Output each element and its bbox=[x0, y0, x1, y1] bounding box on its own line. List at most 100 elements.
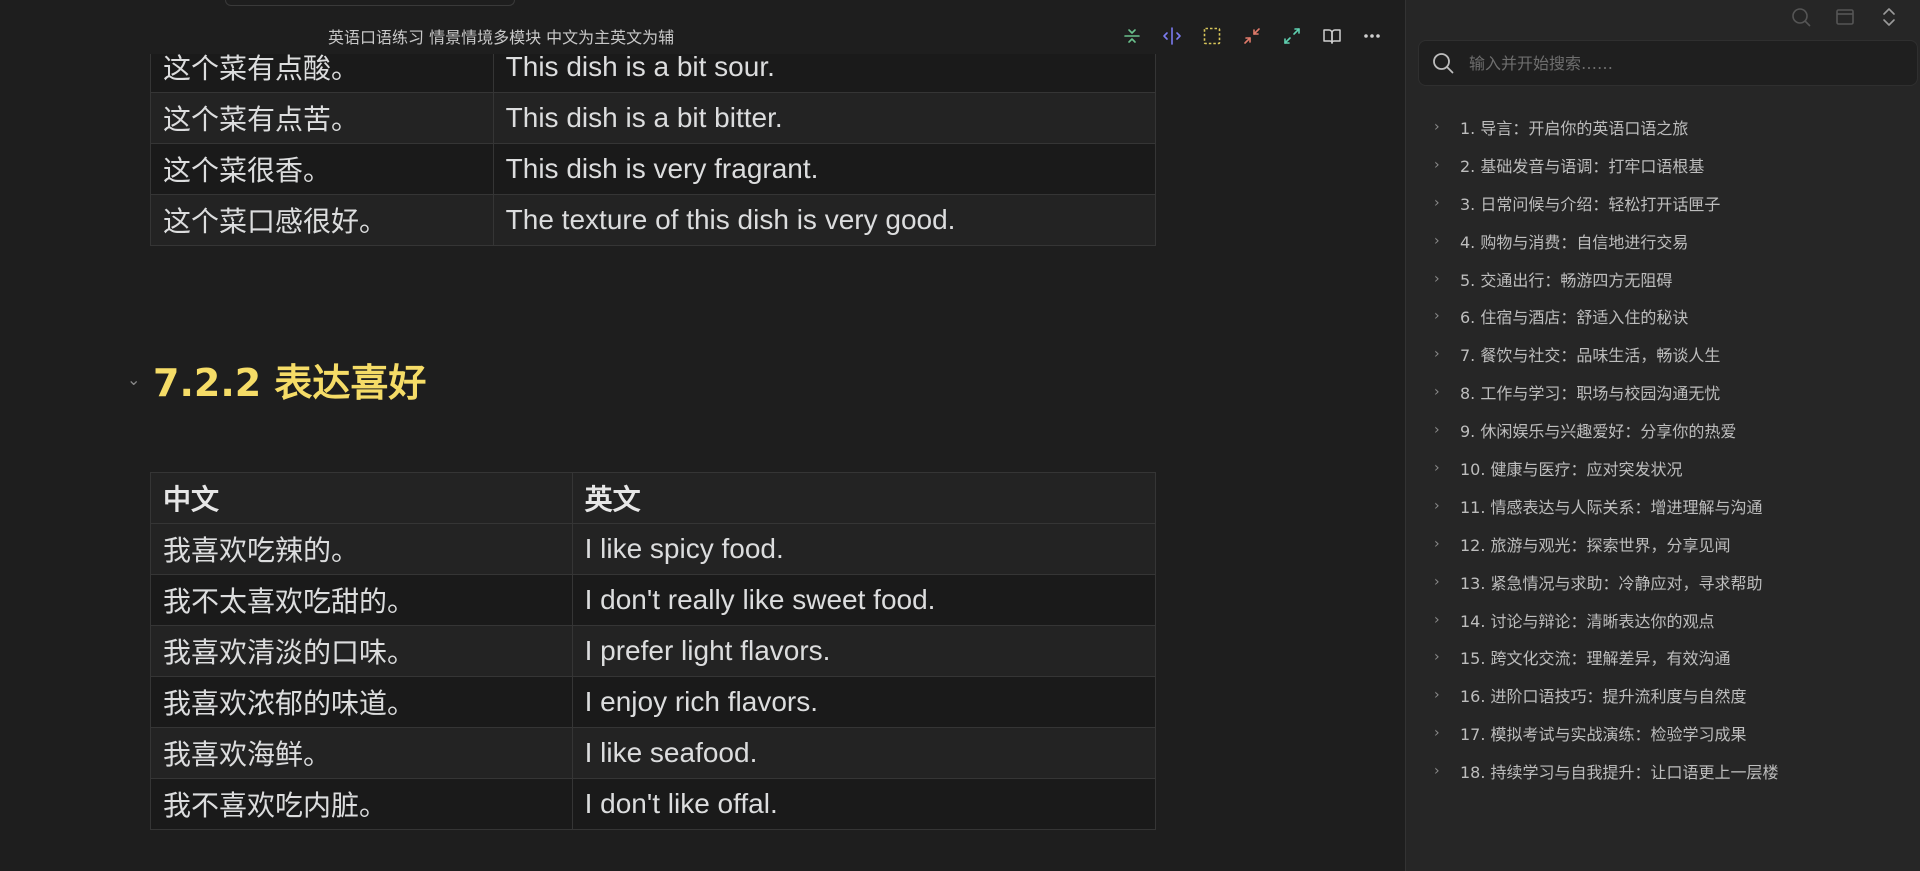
outline-item[interactable]: › 16. 进阶口语技巧：提升流利度与自然度 bbox=[1434, 676, 1779, 714]
cell-english[interactable]: This dish is a bit bitter. bbox=[492, 92, 1157, 144]
chevron-right-icon[interactable]: › bbox=[1434, 384, 1452, 400]
table-row: 这个菜口感很好。 The texture of this dish is very… bbox=[150, 194, 1157, 246]
chevron-right-icon[interactable]: › bbox=[1434, 271, 1452, 287]
cell-english[interactable]: I like spicy food. bbox=[571, 523, 1157, 575]
outline-item[interactable]: › 12. 旅游与观光：探索世界，分享见闻 bbox=[1434, 525, 1779, 563]
chevron-right-icon[interactable]: › bbox=[1434, 308, 1452, 324]
select-icon[interactable] bbox=[1200, 24, 1224, 48]
panel-icon[interactable] bbox=[1834, 6, 1856, 32]
outline-item[interactable]: › 15. 跨文化交流：理解差异，有效沟通 bbox=[1434, 638, 1779, 676]
outline-item[interactable]: › 11. 情感表达与人际关系：增进理解与沟通 bbox=[1434, 487, 1779, 525]
sidebar-toolbar bbox=[1790, 6, 1900, 32]
cell-chinese[interactable]: 我喜欢吃辣的。 bbox=[150, 523, 573, 575]
outline-item-label: 8. 工作与学习：职场与校园沟通无忧 bbox=[1460, 384, 1721, 404]
outline-item[interactable]: › 14. 讨论与辩论：清晰表达你的观点 bbox=[1434, 601, 1779, 639]
outline-item-label: 15. 跨文化交流：理解差异，有效沟通 bbox=[1460, 649, 1731, 669]
outline-sidebar: › 1. 导言：开启你的英语口语之旅 › 2. 基础发音与语调：打牢口语根基 › 3. 日… bbox=[1405, 0, 1920, 871]
editor-pane: 这个菜有点酸。 This dish is a bit sour. 这个菜有点苦。 Th… bbox=[0, 0, 1405, 871]
chevron-right-icon[interactable]: › bbox=[1434, 460, 1452, 476]
cell-english[interactable]: I like seafood. bbox=[571, 727, 1157, 779]
chevron-right-icon[interactable]: › bbox=[1434, 157, 1452, 173]
outline-item[interactable]: › 13. 紧急情况与求助：冷静应对，寻求帮助 bbox=[1434, 563, 1779, 601]
cell-english[interactable]: This dish is very fragrant. bbox=[492, 143, 1157, 195]
chevron-right-icon[interactable]: › bbox=[1434, 725, 1452, 741]
cell-chinese[interactable]: 我喜欢海鲜。 bbox=[150, 727, 573, 779]
chevron-right-icon[interactable]: › bbox=[1434, 649, 1452, 665]
outline-item[interactable]: › 9. 休闲娱乐与兴趣爱好：分享你的热爱 bbox=[1434, 411, 1779, 449]
outline-item[interactable]: › 5. 交通出行：畅游四方无阻碍 bbox=[1434, 260, 1779, 298]
preferences-table: 中文 英文 我喜欢吃辣的。 I like spicy food. 我不太喜欢吃甜的。… bbox=[150, 472, 1157, 830]
editor-actions bbox=[1120, 24, 1384, 48]
chevron-right-icon[interactable]: › bbox=[1434, 195, 1452, 211]
section-heading: 7.2.2 表达喜好 bbox=[153, 361, 427, 405]
collapse-icon[interactable] bbox=[1120, 24, 1144, 48]
sort-chevrons-icon[interactable] bbox=[1878, 6, 1900, 32]
cell-chinese[interactable]: 我不太喜欢吃甜的。 bbox=[150, 574, 573, 626]
outline-item[interactable]: › 10. 健康与医疗：应对突发状况 bbox=[1434, 449, 1779, 487]
column-header-chinese: 中文 bbox=[150, 472, 573, 524]
food-taste-table: 这个菜有点酸。 This dish is a bit sour. 这个菜有点苦。 Th… bbox=[150, 41, 1157, 246]
table-row: 我喜欢清淡的口味。 I prefer light flavors. bbox=[150, 625, 1157, 677]
cell-english[interactable]: The texture of this dish is very good. bbox=[492, 194, 1157, 246]
document-title[interactable]: 英语口语练习 情景情境多模块 中文为主英文为辅 bbox=[328, 24, 674, 48]
minimize-icon[interactable] bbox=[1240, 24, 1264, 48]
outline-item[interactable]: › 1. 导言：开启你的英语口语之旅 bbox=[1434, 108, 1779, 146]
chevron-right-icon[interactable]: › bbox=[1434, 536, 1452, 552]
search-box bbox=[1418, 40, 1918, 86]
editor-header: 英语口语练习 情景情境多模块 中文为主英文为辅 bbox=[0, 0, 1405, 54]
cell-english[interactable]: I don't really like sweet food. bbox=[571, 574, 1157, 626]
outline-item[interactable]: › 7. 餐饮与社交：品味生活，畅谈人生 bbox=[1434, 335, 1779, 373]
cell-chinese[interactable]: 我喜欢清淡的口味。 bbox=[150, 625, 573, 677]
cell-english[interactable]: I prefer light flavors. bbox=[571, 625, 1157, 677]
chevron-right-icon[interactable]: › bbox=[1434, 612, 1452, 628]
table-row: 我喜欢浓郁的味道。 I enjoy rich flavors. bbox=[150, 676, 1157, 728]
tab-edge bbox=[225, 0, 515, 6]
chevron-right-icon[interactable]: › bbox=[1434, 763, 1452, 779]
outline-item-label: 3. 日常问候与介绍：轻松打开话匣子 bbox=[1460, 194, 1721, 214]
chevron-right-icon[interactable]: › bbox=[1434, 422, 1452, 438]
outline-item-label: 2. 基础发音与语调：打牢口语根基 bbox=[1460, 156, 1705, 176]
chevron-right-icon[interactable]: › bbox=[1434, 574, 1452, 590]
outline-item[interactable]: › 4. 购物与消费：自信地进行交易 bbox=[1434, 222, 1779, 260]
outline-item-label: 11. 情感表达与人际关系：增进理解与沟通 bbox=[1460, 497, 1763, 517]
split-icon[interactable] bbox=[1160, 24, 1184, 48]
outline-item[interactable]: › 6. 住宿与酒店：舒适入住的秘诀 bbox=[1434, 297, 1779, 335]
outline-item[interactable]: › 2. 基础发音与语调：打牢口语根基 bbox=[1434, 146, 1779, 184]
cell-chinese[interactable]: 我不喜欢吃内脏。 bbox=[150, 778, 573, 830]
search-input[interactable] bbox=[1469, 53, 1889, 73]
chevron-right-icon[interactable]: › bbox=[1434, 119, 1452, 135]
cell-english[interactable]: I enjoy rich flavors. bbox=[571, 676, 1157, 728]
reading-mode-icon[interactable] bbox=[1320, 24, 1344, 48]
outline-item-label: 1. 导言：开启你的英语口语之旅 bbox=[1460, 118, 1689, 138]
chevron-right-icon[interactable]: › bbox=[1434, 687, 1452, 703]
chevron-right-icon[interactable]: › bbox=[1434, 233, 1452, 249]
outline-item-label: 13. 紧急情况与求助：冷静应对，寻求帮助 bbox=[1460, 573, 1763, 593]
more-icon[interactable] bbox=[1360, 24, 1384, 48]
outline-item-label: 7. 餐饮与社交：品味生活，畅谈人生 bbox=[1460, 346, 1721, 366]
outline-item[interactable]: › 17. 模拟考试与实战演练：检验学习成果 bbox=[1434, 714, 1779, 752]
app-window: 这个菜有点酸。 This dish is a bit sour. 这个菜有点苦。 Th… bbox=[0, 0, 1920, 871]
outline-item-label: 10. 健康与医疗：应对突发状况 bbox=[1460, 459, 1683, 479]
cell-english[interactable]: I don't like offal. bbox=[571, 778, 1157, 830]
outline-item-label: 9. 休闲娱乐与兴趣爱好：分享你的热爱 bbox=[1460, 422, 1737, 442]
outline-item-label: 17. 模拟考试与实战演练：检验学习成果 bbox=[1460, 725, 1747, 745]
cell-chinese[interactable]: 这个菜很香。 bbox=[150, 143, 494, 195]
table-row: 我喜欢吃辣的。 I like spicy food. bbox=[150, 523, 1157, 575]
fold-chevron-icon[interactable]: ⌄ bbox=[127, 370, 147, 389]
outline-item[interactable]: › 3. 日常问候与介绍：轻松打开话匣子 bbox=[1434, 184, 1779, 222]
chevron-right-icon[interactable]: › bbox=[1434, 346, 1452, 362]
section-heading-row: ⌄ 7.2.2 表达喜好 bbox=[127, 352, 426, 407]
outline-item[interactable]: › 8. 工作与学习：职场与校园沟通无忧 bbox=[1434, 373, 1779, 411]
search-toggle-icon[interactable] bbox=[1790, 6, 1812, 32]
outline-item-label: 4. 购物与消费：自信地进行交易 bbox=[1460, 232, 1689, 252]
table-row: 这个菜有点苦。 This dish is a bit bitter. bbox=[150, 92, 1157, 144]
chevron-right-icon[interactable]: › bbox=[1434, 498, 1452, 514]
cell-chinese[interactable]: 这个菜口感很好。 bbox=[150, 194, 494, 246]
table-row: 我喜欢海鲜。 I like seafood. bbox=[150, 727, 1157, 779]
column-header-english: 英文 bbox=[571, 472, 1157, 524]
cell-chinese[interactable]: 我喜欢浓郁的味道。 bbox=[150, 676, 573, 728]
outline-item[interactable]: › 18. 持续学习与自我提升：让口语更上一层楼 bbox=[1434, 752, 1779, 790]
outline-item-label: 16. 进阶口语技巧：提升流利度与自然度 bbox=[1460, 687, 1747, 707]
expand-icon[interactable] bbox=[1280, 24, 1304, 48]
cell-chinese[interactable]: 这个菜有点苦。 bbox=[150, 92, 494, 144]
